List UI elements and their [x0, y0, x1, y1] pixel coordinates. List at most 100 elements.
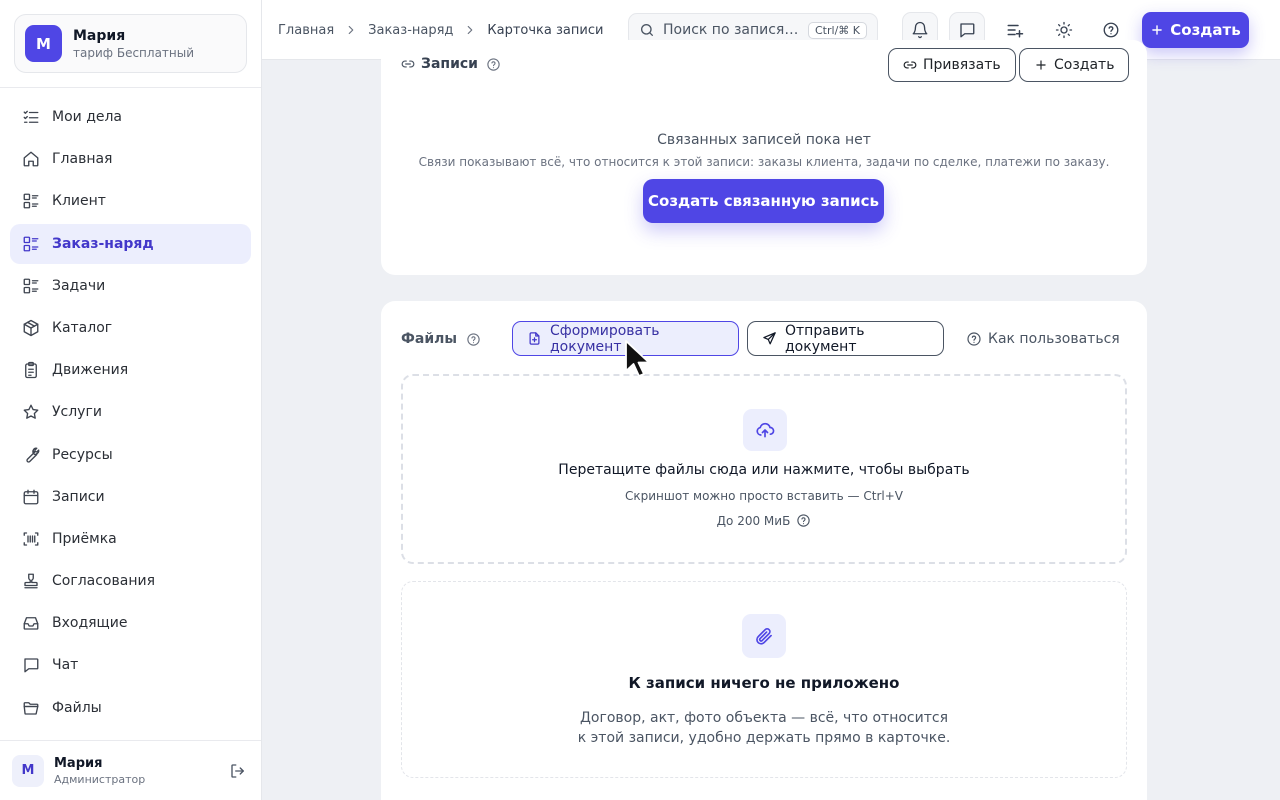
plus-icon: [1034, 58, 1054, 72]
sidebar-item-label: Заказ-наряд: [52, 235, 154, 252]
scan-barcode-icon: [22, 530, 40, 548]
sidebar-item-my-tasks[interactable]: Мои дела: [10, 97, 251, 137]
sidebar-item-label: Ресурсы: [52, 446, 113, 463]
sidebar-item-label: Файлы: [52, 699, 102, 716]
sidebar-item-files[interactable]: Файлы: [10, 688, 251, 728]
sidebar-item-receiving[interactable]: Приёмка: [10, 519, 251, 559]
user-info: Мария Администратор: [54, 756, 227, 786]
account-switcher[interactable]: М Мария тариф Бесплатный: [14, 14, 247, 73]
list-plus-icon: [1006, 21, 1024, 39]
task-list-icon: [22, 108, 40, 126]
create-related-record-button[interactable]: Создать связанную запись: [643, 179, 884, 223]
linked-records-header: Записи: [401, 56, 501, 72]
sidebar-item-label: Клиент: [52, 193, 106, 210]
stamp-icon: [22, 572, 40, 590]
sidebar-item-client[interactable]: Клиент: [10, 181, 251, 221]
help-circle-icon[interactable]: [790, 513, 811, 528]
list-icon: [22, 192, 40, 210]
link-icon: [401, 57, 415, 71]
send-icon: [762, 331, 785, 346]
sidebar-item-label: Записи: [52, 488, 105, 505]
sidebar-item-label: Чат: [52, 657, 79, 674]
link-record-label: Привязать: [923, 57, 1001, 73]
search-placeholder: Поиск по записям...: [663, 22, 808, 38]
files-title: Файлы: [401, 331, 458, 347]
chat-icon: [958, 21, 976, 39]
breadcrumb-item-home[interactable]: Главная: [278, 23, 334, 38]
logout-icon[interactable]: [227, 760, 249, 782]
create-record-button[interactable]: Создать: [1019, 48, 1130, 82]
user-name: Мария: [54, 755, 103, 771]
sidebar-item-approvals[interactable]: Согласования: [10, 561, 251, 601]
attachments-empty-description: Договор, акт, фото объекта — всё, что от…: [577, 710, 951, 746]
chat-icon: [22, 656, 40, 674]
cloud-upload-icon: [743, 409, 787, 451]
help-circle-icon[interactable]: [486, 57, 501, 72]
sidebar-item-label: Мои дела: [52, 109, 123, 125]
files-card: Файлы Сформировать документ Отправить до…: [381, 301, 1147, 800]
search-shortcut: Ctrl/⌘ K: [808, 21, 867, 39]
linked-records-title: Записи: [421, 56, 478, 72]
sidebar-item-label: Услуги: [52, 404, 102, 421]
breadcrumb-item-current: Карточка записи: [487, 22, 604, 38]
attachments-empty-state: К записи ничего не приложено Договор, ак…: [401, 581, 1127, 778]
user-panel: М Мария Администратор: [0, 740, 261, 800]
sidebar-item-label: Главная: [52, 151, 113, 168]
chevron-right-icon: [463, 23, 477, 37]
sun-icon: [1055, 21, 1073, 39]
sidebar-item-resources[interactable]: Ресурсы: [10, 435, 251, 475]
list-icon: [22, 277, 40, 295]
dropzone-hint: Скриншот можно просто вставить — Ctrl+V: [625, 489, 903, 503]
folder-icon: [22, 699, 40, 717]
create-record-label: Создать: [1054, 57, 1115, 73]
help-circle-icon: [1102, 21, 1120, 39]
sidebar-item-appointments[interactable]: Записи: [10, 477, 251, 517]
dropzone-title: Перетащите файлы сюда или нажмите, чтобы…: [558, 462, 970, 478]
linked-records-empty-title: Связанных записей пока нет: [657, 132, 871, 148]
sidebar-item-inbox[interactable]: Входящие: [10, 603, 251, 643]
sidebar-item-label: Каталог: [52, 319, 113, 336]
help-circle-icon: [966, 331, 988, 347]
sidebar-item-label: Согласования: [52, 573, 155, 590]
sidebar-item-home[interactable]: Главная: [10, 139, 251, 179]
send-document-button[interactable]: Отправить документ: [747, 321, 944, 356]
clipboard-icon: [22, 361, 40, 379]
sidebar-divider: [0, 87, 261, 88]
dropzone-limit: До 200 МиБ: [403, 513, 1125, 528]
attachments-empty-title: К записи ничего не приложено: [628, 674, 900, 692]
link-record-button[interactable]: Привязать: [888, 48, 1016, 82]
breadcrumb-item-work-order[interactable]: Заказ-наряд: [368, 23, 453, 38]
sidebar-item-tasks[interactable]: Задачи: [10, 266, 251, 306]
sidebar-item-services[interactable]: Услуги: [10, 392, 251, 432]
sidebar-item-catalog[interactable]: Каталог: [10, 308, 251, 348]
calendar-icon: [22, 488, 40, 506]
sidebar-item-label: Приёмка: [52, 530, 117, 547]
inbox-icon: [22, 614, 40, 632]
account-name: Мария: [73, 27, 126, 44]
create-button[interactable]: Создать: [1142, 12, 1249, 48]
plus-icon: [1150, 23, 1170, 37]
bell-icon: [911, 21, 929, 39]
help-circle-icon[interactable]: [466, 332, 481, 347]
sidebar-item-label: Движения: [52, 362, 129, 379]
files-header: Файлы: [401, 331, 481, 347]
box-icon: [22, 319, 40, 337]
file-plus-icon: [527, 331, 550, 346]
account-avatar: М: [25, 25, 62, 62]
account-info: Мария тариф Бесплатный: [73, 28, 194, 60]
sidebar-item-work-order[interactable]: Заказ-наряд: [10, 223, 251, 264]
user-avatar[interactable]: М: [12, 754, 44, 787]
sidebar-nav: Мои дела Главная Клиент Заказ-наряд Зада…: [10, 97, 251, 730]
file-dropzone[interactable]: Перетащите файлы сюда или нажмите, чтобы…: [401, 374, 1127, 564]
sidebar-item-chat[interactable]: Чат: [10, 645, 251, 685]
how-to-use-label: Как пользоваться: [988, 330, 1120, 347]
dropzone-limit-label: До 200 МиБ: [716, 513, 791, 528]
sidebar-item-movements[interactable]: Движения: [10, 350, 251, 390]
paperclip-icon: [742, 614, 786, 658]
search-icon: [639, 22, 655, 38]
send-document-label: Отправить документ: [785, 322, 865, 355]
how-to-use-link[interactable]: Как пользоваться: [966, 321, 1120, 356]
home-icon: [22, 150, 40, 168]
create-button-label: Создать: [1170, 21, 1241, 39]
wrench-icon: [22, 446, 40, 464]
